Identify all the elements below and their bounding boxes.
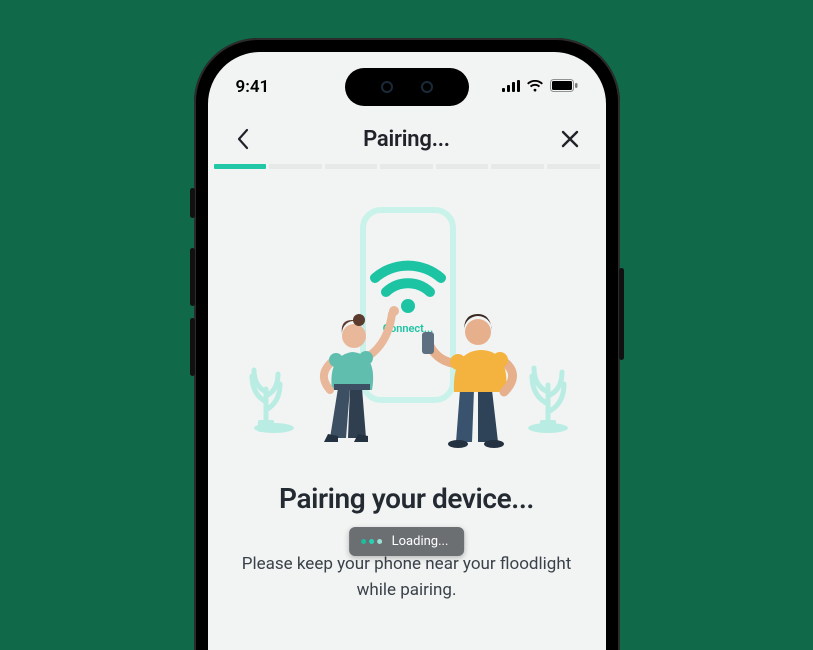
wifi-status-icon xyxy=(526,77,544,97)
volume-up-button xyxy=(190,248,195,306)
progress-segment xyxy=(547,164,600,169)
loading-spinner-icon xyxy=(361,539,382,544)
page-body-text: Please keep your phone near your floodli… xyxy=(238,552,576,603)
cellular-signal-icon xyxy=(502,77,520,97)
island-sensor-right xyxy=(421,81,433,93)
progress-segment xyxy=(269,164,322,169)
progress-segment xyxy=(325,164,378,169)
pairing-illustration: Connect... xyxy=(208,192,606,482)
island-sensor-left xyxy=(381,81,393,93)
nav-title: Pairing... xyxy=(363,127,450,152)
dynamic-island xyxy=(345,68,469,106)
chevron-left-icon xyxy=(236,128,250,150)
close-icon xyxy=(560,129,580,149)
progress-segment xyxy=(214,164,267,169)
page-headline: Pairing your device... xyxy=(208,482,606,515)
loading-toast: Loading... xyxy=(349,527,465,556)
volume-down-button xyxy=(190,318,195,376)
progress-segment xyxy=(380,164,433,169)
status-indicators xyxy=(502,77,578,97)
close-button[interactable] xyxy=(557,126,583,152)
progress-segment xyxy=(491,164,544,169)
phone-screen: 9:41 xyxy=(208,52,606,650)
silent-switch xyxy=(190,188,195,218)
phone-frame: 9:41 xyxy=(194,38,620,650)
nav-bar: Pairing... xyxy=(208,116,606,162)
progress-bar xyxy=(214,164,600,169)
progress-segment xyxy=(436,164,489,169)
status-time: 9:41 xyxy=(236,77,270,97)
person-right xyxy=(422,314,513,448)
loading-toast-label: Loading... xyxy=(392,534,449,549)
wifi-icon xyxy=(375,266,441,313)
power-button xyxy=(619,268,624,360)
battery-icon xyxy=(550,77,578,97)
back-button[interactable] xyxy=(230,126,256,152)
